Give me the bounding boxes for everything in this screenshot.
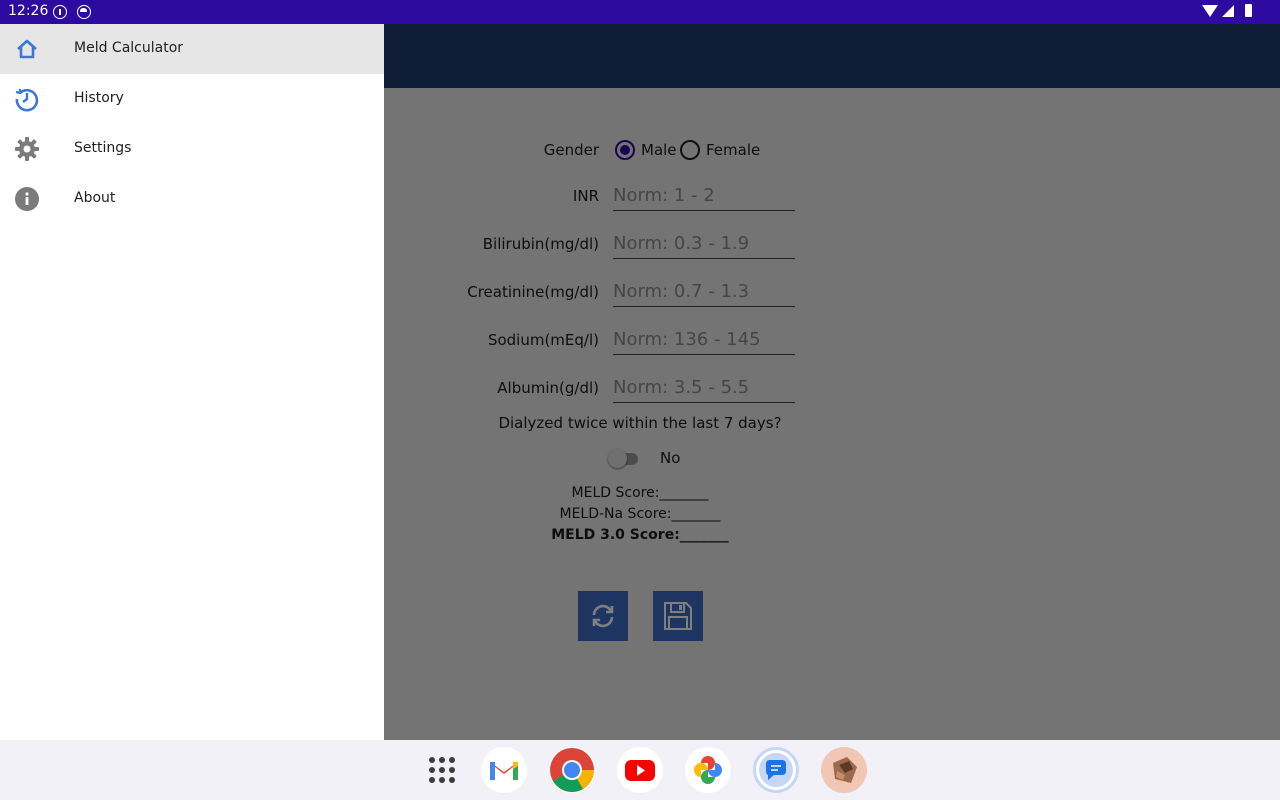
messages-icon[interactable] <box>753 747 799 793</box>
gmail-icon[interactable] <box>481 747 527 793</box>
taskbar <box>0 740 1280 800</box>
drawer-item-label: Meld Calculator <box>74 40 184 56</box>
status-time: 12:26 <box>8 3 49 19</box>
history-icon <box>15 88 39 112</box>
wifi-icon <box>1202 5 1218 17</box>
info-icon <box>15 187 39 211</box>
info-status-icon <box>53 5 67 19</box>
drawer-item-meld-calculator[interactable]: Meld Calculator <box>0 24 384 74</box>
app-drawer-icon[interactable] <box>419 747 465 793</box>
notification-status-icon <box>77 5 91 19</box>
battery-icon <box>1245 4 1252 17</box>
avatar-icon[interactable] <box>821 747 867 793</box>
navigation-drawer: Meld Calculator History Settings About <box>0 24 384 740</box>
gear-icon <box>15 137 39 161</box>
drawer-item-label: History <box>74 90 124 106</box>
drawer-item-label: About <box>74 190 116 206</box>
youtube-icon[interactable] <box>617 747 663 793</box>
chrome-icon[interactable] <box>549 747 595 793</box>
drawer-item-label: Settings <box>74 140 132 156</box>
drawer-item-settings[interactable]: Settings <box>0 124 384 174</box>
photos-icon[interactable] <box>685 747 731 793</box>
signal-icon <box>1222 5 1234 17</box>
status-bar: 12:26 <box>0 0 1280 24</box>
home-icon <box>17 39 37 59</box>
drawer-item-history[interactable]: History <box>0 74 384 124</box>
drawer-item-about[interactable]: About <box>0 174 384 224</box>
